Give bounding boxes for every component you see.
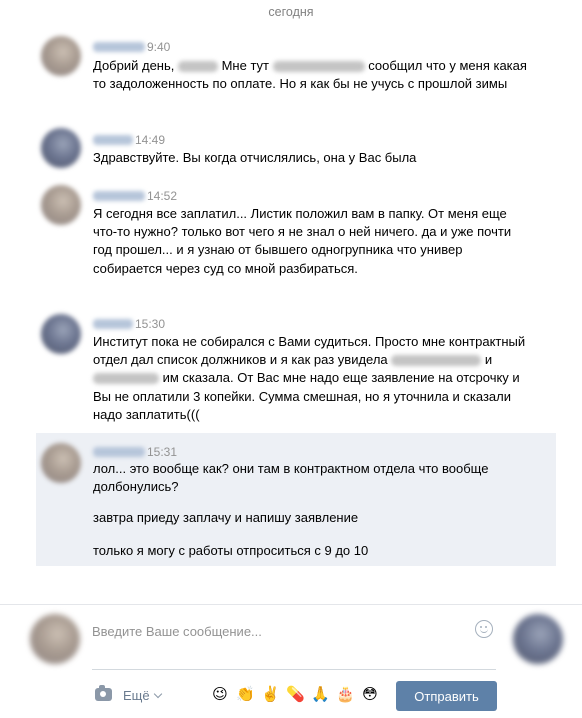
message-line: лол... это вообще как? они там в контрак… [93,461,489,495]
message-3[interactable]: 14:52 Я сегодня все заплатил... Листик п… [36,182,556,300]
message-time: 15:31 [147,445,178,459]
emoji-wink-icon[interactable]: 😉 [211,686,229,704]
my-avatar[interactable] [30,614,80,664]
avatar[interactable] [41,36,81,76]
message-time: 14:49 [135,133,166,147]
message-text: Добрий день, Мне тут сообщил что у меня … [93,58,527,92]
message-input[interactable] [92,620,462,639]
message-time: 15:30 [135,317,166,331]
sender-name[interactable] [93,319,133,329]
quick-emoji-bar: 😉 👏 ✌️ 💊 🙏 🎂 😳 [211,686,379,704]
more-button[interactable]: Ещё [123,688,162,703]
smile-icon[interactable] [475,620,493,638]
message-1[interactable]: 9:40 Добрий день, Мне тут сообщил что у … [36,32,556,114]
redacted-name [272,61,365,73]
avatar[interactable] [41,314,81,354]
message-5[interactable]: 15:31 лол... это вообще как? они там в к… [36,433,556,566]
emoji-clap-icon[interactable]: 👏 [236,686,255,704]
peer-avatar[interactable] [513,614,563,664]
emoji-cake-icon[interactable]: 🎂 [336,686,355,704]
sender-name[interactable] [93,135,133,145]
more-label: Ещё [123,688,150,703]
avatar[interactable] [41,185,81,225]
message-text: Я сегодня все заплатил... Листик положил… [93,206,512,276]
emoji-flushed-icon[interactable]: 😳 [361,686,379,704]
message-line: только я могу с работы отпроситься с 9 д… [93,542,369,558]
send-button[interactable]: Отправить [396,681,497,711]
redacted-name [391,355,482,367]
emoji-victory-icon[interactable]: ✌️ [261,686,280,704]
emoji-pray-icon[interactable]: 🙏 [311,686,330,704]
camera-icon[interactable] [95,685,112,701]
message-time: 14:52 [147,189,178,203]
message-text: лол... это вообще как? они там в контрак… [93,460,533,560]
avatar[interactable] [41,443,81,483]
chevron-down-icon [153,689,162,699]
message-4[interactable]: 15:30 Институт пока не собирался с Вами … [36,310,556,430]
message-line: завтра приеду заплачу и напишу заявление [93,510,359,526]
date-separator: сегодня [268,5,314,19]
message-text: Здравствуйте. Вы когда отчислялись, она … [93,150,417,165]
sender-name[interactable] [93,191,145,201]
message-time: 9:40 [147,40,171,54]
composer-divider [0,604,582,605]
redacted-name [93,373,159,385]
emoji-pill-icon[interactable]: 💊 [286,686,305,704]
sender-name[interactable] [93,42,145,52]
message-text: Институт пока не собирался с Вами судить… [93,334,526,422]
sender-name[interactable] [93,447,145,457]
message-input-area[interactable] [92,620,496,670]
redacted-name [177,61,218,73]
avatar[interactable] [41,128,81,168]
message-2[interactable]: 14:49 Здравствуйте. Вы когда отчислялись… [36,124,556,174]
